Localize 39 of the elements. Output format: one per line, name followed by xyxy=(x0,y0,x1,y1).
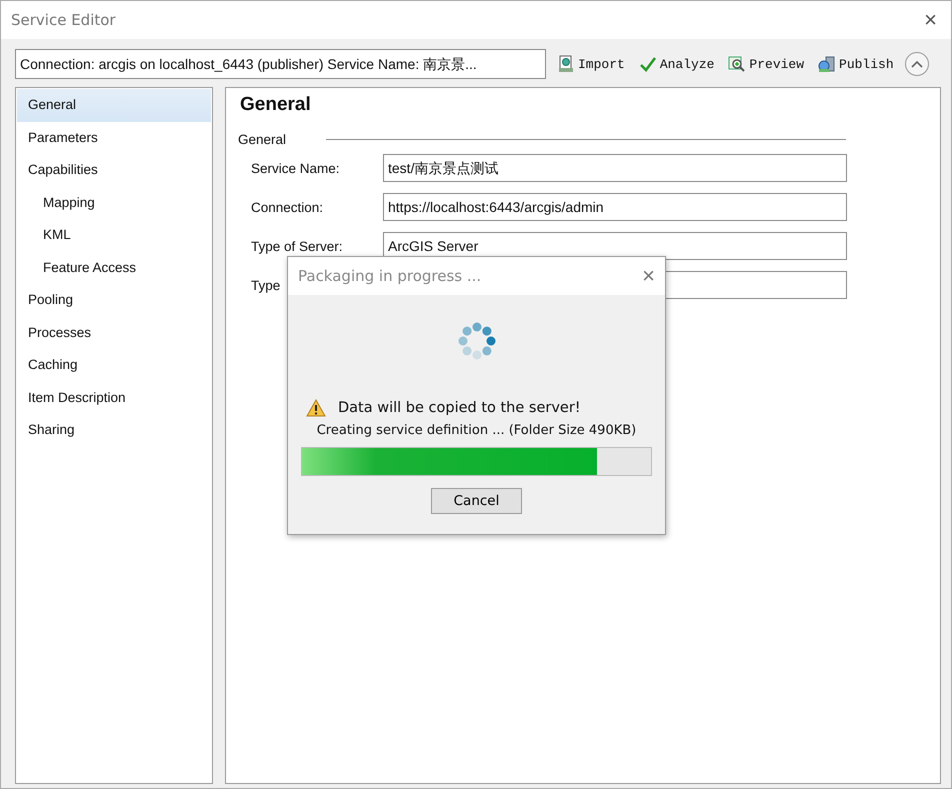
dialog-title: Packaging in progress ... xyxy=(298,267,482,285)
sidebar-item[interactable]: Feature Access xyxy=(17,252,211,284)
window-title: Service Editor xyxy=(11,11,116,29)
sidebar-item[interactable]: Pooling xyxy=(17,284,211,316)
warning-icon xyxy=(306,399,326,417)
chevron-up-icon xyxy=(910,60,923,68)
close-button[interactable]: × xyxy=(642,263,655,289)
close-button[interactable]: × xyxy=(920,7,941,33)
field-label: Connection: xyxy=(250,200,324,214)
field-label: Type of Server: xyxy=(250,238,344,254)
toolbar-button[interactable]: Import xyxy=(554,55,628,73)
group-label: General xyxy=(238,132,286,147)
field-label: Type xyxy=(250,278,282,292)
server-icon xyxy=(818,55,836,73)
sidebar-item[interactable]: General xyxy=(17,89,211,122)
spinner-icon xyxy=(456,321,496,361)
warning-message: Data will be copied to the server! xyxy=(338,400,581,416)
sidebar-item[interactable]: Caching xyxy=(17,349,211,382)
panel-title: General xyxy=(240,94,312,116)
status-message: Creating service definition ... (Folder Size 490KB) xyxy=(316,423,636,438)
collapse-button[interactable] xyxy=(904,52,929,76)
magnifier-icon xyxy=(728,55,746,73)
cancel-button[interactable]: Cancel xyxy=(431,488,522,514)
input-field[interactable]: test/南京景点测试 xyxy=(383,154,847,182)
sidebar-item[interactable]: Item Description xyxy=(17,382,211,414)
checkmark-icon xyxy=(638,55,657,73)
field-label: Service Name: xyxy=(250,160,341,176)
toolbar-button[interactable]: Publish xyxy=(815,55,897,73)
sidebar-item[interactable]: Mapping xyxy=(17,186,211,219)
connection-summary: Connection: arcgis on localhost_6443 (publisher) Service Name: 南京景... xyxy=(15,49,546,79)
document-icon xyxy=(557,55,575,73)
sidebar-item[interactable]: KML xyxy=(17,219,211,252)
sidebar-item[interactable]: Parameters xyxy=(17,122,211,154)
sidebar-item[interactable]: Processes xyxy=(17,316,211,349)
toolbar-button[interactable]: Preview xyxy=(725,55,808,73)
sidebar-item[interactable]: Capabilities xyxy=(17,154,211,186)
sidebar-item[interactable]: Sharing xyxy=(17,414,211,446)
input-field[interactable]: https://localhost:6443/arcgis/admin xyxy=(383,193,847,221)
toolbar-button[interactable]: Analyze xyxy=(636,55,718,73)
